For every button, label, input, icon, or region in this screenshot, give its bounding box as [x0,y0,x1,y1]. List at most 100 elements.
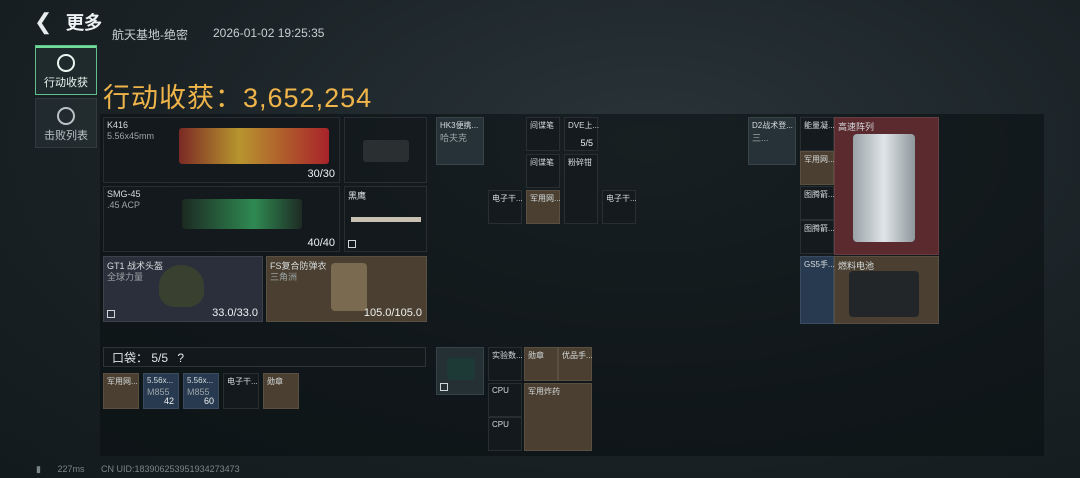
case-item-name: 能量凝... [804,121,835,130]
case-item-name: 图腾箭... [804,190,835,199]
chest-item[interactable]: 电子干... [488,190,523,224]
battery-icon [849,271,919,317]
target-icon [57,54,75,72]
case-slot[interactable]: D2战术登... 三... [748,117,796,165]
chest-rig-brand: 哈夫克 [440,133,468,143]
smg-icon [182,199,302,229]
knife-icon [351,217,421,222]
backpack-item-name: CPU [492,420,509,429]
chest-item-name: 电子干... [492,194,523,203]
case-item[interactable]: 军用网... [800,151,835,185]
chest-rig-slot[interactable]: HK3便携... 哈夫克 [436,117,484,165]
pocket-label: 口袋： [112,351,149,365]
backpack-item[interactable]: CPU [488,417,522,451]
chest-item[interactable]: 粉碎钳 [564,154,598,224]
backpack-item[interactable]: 实验数... [488,347,523,381]
melee-name: 黑鹰 [348,191,367,201]
secondary-weapon-caliber: .45 ACP [107,200,141,210]
backpack-item[interactable]: CPU [488,383,522,417]
pocket-item[interactable]: 军用网... [103,373,139,409]
chest-item-name: 间谍笔 [530,158,554,167]
backpack-item-name: 优品手... [562,351,593,360]
case-item[interactable]: 能量凝... [800,117,835,151]
pocket-item-name: 军用网... [107,377,138,386]
backpack-slot[interactable] [436,347,484,395]
chest-item-name: 间谍笔 [530,121,554,130]
backpack-item[interactable]: 优品手... [558,347,593,381]
chest-item[interactable]: 军用网... [526,190,561,224]
case-item-name: 高速阵列 [838,122,875,132]
case-item[interactable]: 燃料电池 [834,256,939,324]
pocket-header: 口袋： 5/5 ? [103,347,426,367]
secondary-weapon-name: SMG-45 [107,189,141,199]
pocket-item[interactable]: 电子干... [223,373,259,409]
primary-weapon-slot[interactable]: K416 5.56x45mm 30/30 [103,117,340,183]
case-item-name: 图腾箭... [804,224,835,233]
pocket-item-name: 电子干... [227,377,258,386]
tab-kills[interactable]: 击败列表 [35,98,97,148]
pistol-slot[interactable] [344,117,427,183]
helmet-durability: 33.0/33.0 [212,307,258,319]
chest-item[interactable]: 间谍笔 [526,154,560,188]
backpack-item[interactable]: 勋章 [524,347,558,381]
helmet-brand: 全球力量 [107,272,144,282]
case-item[interactable]: 图腾箭... [800,186,835,220]
map-name: 航天基地-绝密 [112,28,188,42]
haul-value: 3,652,254 [243,83,373,113]
pocket-item[interactable]: 5.56x... M855 60 [183,373,219,409]
helmet-icon [159,265,204,307]
chest-item[interactable]: 间谍笔 [526,117,560,151]
rifle-icon [179,128,329,164]
chest-item-name: DVE上... [568,121,600,130]
battery-status-icon: ▮ [36,464,41,474]
case-item-name: GS5手... [804,260,835,269]
armor-brand: 三角洲 [270,272,298,282]
pocket-item-count: 42 [163,396,174,406]
back-icon[interactable]: ❮ [34,8,62,36]
pocket-item[interactable]: 5.56x... M855 42 [143,373,179,409]
primary-weapon-name: K416 [107,120,129,130]
pistol-icon [363,140,409,162]
case-item[interactable]: GS5手... [800,256,835,324]
pocket-item-name: 5.56x... [187,376,214,385]
vest-icon [331,263,367,311]
chest-item-name: 电子干... [606,194,637,203]
lock-icon [440,383,448,391]
haul-total: 行动收获：3,652,254 [103,76,372,115]
haul-label: 行动收获： [103,83,243,113]
secondary-weapon-slot[interactable]: SMG-45 .45 ACP 40/40 [103,186,340,252]
lock-icon [348,240,356,248]
pocket-item-name: 勋章 [267,377,283,386]
tab-haul[interactable]: 行动收获 [35,45,97,95]
case-item[interactable]: 高速阵列 [834,117,939,255]
armor-durability: 105.0/105.0 [363,307,422,319]
case-item-name: 军用网... [804,155,835,164]
raid-datetime: 2026-01-02 19:25:35 [213,26,325,40]
chest-item[interactable]: 电子干... [602,190,637,224]
backpack-item[interactable]: 军用炸药 [524,383,592,451]
chest-rig-name: HK3便携... [440,121,479,130]
help-icon[interactable]: ? [177,351,184,365]
uid: CN UID:1839062539519342734​73 [101,464,240,474]
server-icon [853,134,915,242]
backpack-item-name: 实验数... [492,351,523,360]
chest-item-name: 军用网... [530,194,561,203]
case-item[interactable]: 图腾箭... [800,220,835,254]
chest-item-count: 5/5 [580,138,593,148]
skull-icon [57,107,75,125]
lock-icon [107,310,115,318]
case-name: D2战术登... [752,121,793,130]
melee-slot[interactable]: 黑鹰 [344,186,427,252]
page-title: 更多 [66,13,102,33]
chest-item[interactable]: DVE上... 5/5 [564,117,600,151]
backpack-item-name: 军用炸药 [528,387,560,396]
secondary-weapon-ammo: 40/40 [307,237,335,249]
case-brand: 三... [752,133,769,143]
pocket-count: 5/5 [151,351,169,365]
armor-slot[interactable]: FS复合防弹衣 三角洲 105.0/105.0 [266,256,427,322]
pocket-item[interactable]: 勋章 [263,373,299,409]
tab-haul-label: 行动收获 [44,77,88,89]
helmet-slot[interactable]: GT1 战术头盔 全球力量 33.0/33.0 [103,256,263,322]
chest-item-name: 粉碎钳 [568,158,592,167]
primary-weapon-ammo: 30/30 [307,168,335,180]
